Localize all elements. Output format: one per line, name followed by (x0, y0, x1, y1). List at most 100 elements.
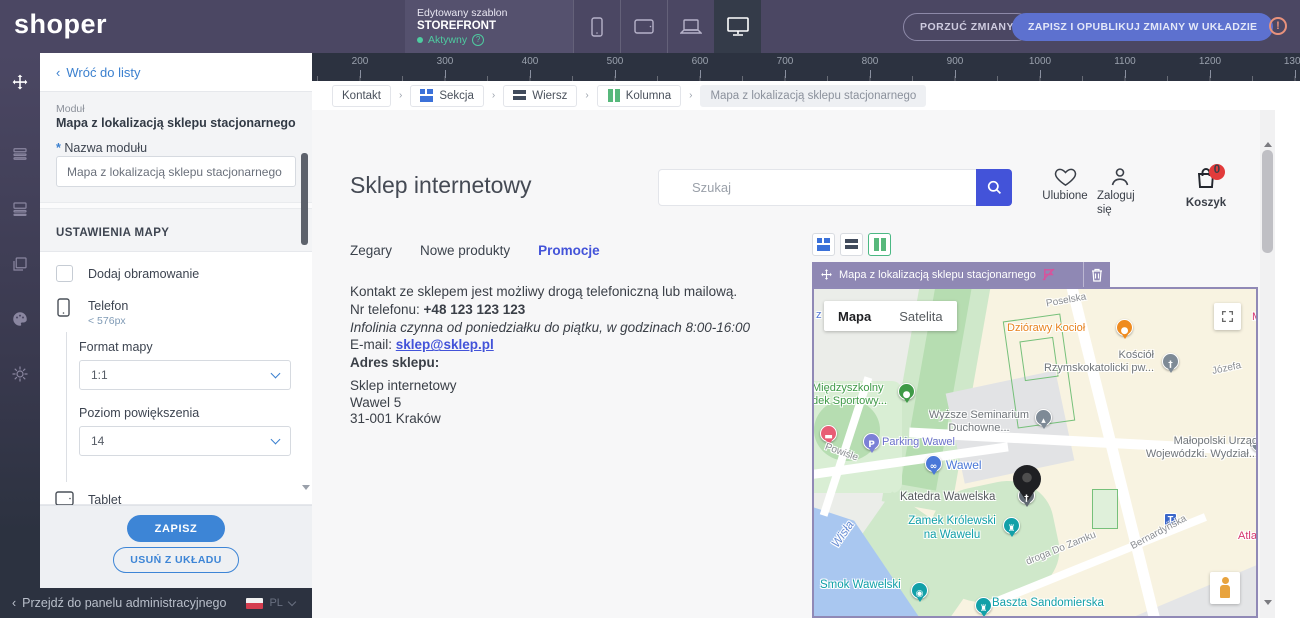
zoom-level-label: Poziom powiększenia (79, 406, 298, 420)
delete-module-button[interactable] (1083, 262, 1110, 287)
section-layout-button[interactable] (812, 233, 835, 256)
status-dot-icon (417, 37, 423, 43)
module-title: Mapa z lokalizacją sklepu stacjonarnego (56, 116, 300, 130)
ruler-mark: 700 (765, 56, 805, 67)
device-phone-button[interactable] (573, 0, 620, 53)
map-format-select[interactable]: 1:1 (79, 360, 291, 390)
map-label: Wawel (946, 458, 982, 472)
palette-tool-icon[interactable] (11, 310, 29, 328)
chevron-left-icon: ‹ (12, 596, 16, 610)
go-to-admin-link[interactable]: Przejdź do panelu administracyjnego (22, 596, 226, 610)
email-link[interactable]: sklep@sklep.pl (396, 337, 494, 352)
login-label: Zaloguj się (1097, 190, 1143, 218)
shop-tabs: Zegary Nowe produkty Promocje (350, 243, 600, 258)
desktop-icon (727, 17, 749, 36)
device-desktop-button[interactable] (714, 0, 761, 53)
row-layout-button[interactable] (840, 233, 863, 256)
satellite-view-button[interactable]: Satelita (885, 301, 956, 331)
module-name-label: * Nazwa modułu (56, 141, 147, 155)
alert-icon[interactable]: ! (1269, 17, 1287, 35)
scroll-up-icon[interactable] (1264, 138, 1272, 147)
scroll-down-icon[interactable] (1264, 600, 1272, 609)
favorites-button[interactable]: Ulubione (1040, 167, 1090, 204)
preview-scrollbar-thumb[interactable] (1262, 150, 1273, 253)
phone-section-label: Telefon (88, 299, 128, 313)
fullscreen-button[interactable] (1214, 303, 1241, 330)
breadcrumb-current-module: Mapa z lokalizacją sklepu stacjonarnego (700, 85, 926, 107)
ruler-mark: 1100 (1105, 56, 1145, 67)
breadcrumb-section[interactable]: Sekcja (410, 85, 484, 107)
top-bar: shoper Edytowany szablon STOREFRONT Akty… (0, 0, 1300, 53)
chevron-right-icon: › (399, 90, 402, 101)
bike-pin-icon[interactable]: ∞ (925, 455, 942, 472)
favorites-label: Ulubione (1042, 190, 1087, 204)
module-drag-handle[interactable]: Mapa z lokalizacją sklepu stacjonarnego (812, 262, 1083, 287)
chevron-right-icon: › (585, 90, 588, 101)
map-label: Wyższe Seminarium Duchowne... (926, 409, 1032, 435)
search-button[interactable] (976, 169, 1012, 206)
breadcrumb-column[interactable]: Kolumna (597, 85, 681, 107)
parking-pin-icon[interactable]: P (863, 433, 880, 450)
shoper-logo: shoper (14, 9, 107, 40)
store-location-marker[interactable] (1013, 465, 1041, 493)
church-pin-icon[interactable]: † (1162, 353, 1179, 370)
add-border-label: Dodaj obramowanie (88, 267, 199, 281)
map-label: Małopolski Urząd Wojewódzki. Wydział... (1104, 435, 1258, 461)
map-label: Baszta Sandomierska (992, 597, 1104, 611)
layers-tool-icon[interactable] (11, 255, 29, 273)
column-layout-button[interactable] (868, 233, 891, 256)
tab-zegary[interactable]: Zegary (350, 243, 392, 258)
search-input[interactable] (659, 170, 976, 205)
flag-visibility-icon (1042, 268, 1055, 281)
template-kicker: Edytowany szablon (417, 7, 561, 19)
breadcrumb-page[interactable]: Kontakt (332, 85, 391, 107)
cart-icon-wrap: 0 (1195, 167, 1217, 194)
module-name-input[interactable] (56, 156, 296, 187)
back-to-list-link[interactable]: ‹ Wróć do listy (40, 53, 312, 92)
tab-nowe-produkty[interactable]: Nowe produkty (420, 243, 510, 258)
settings-tool-icon[interactable] (11, 365, 29, 383)
required-asterisk: * (56, 141, 61, 155)
map-view-button[interactable]: Mapa (824, 301, 885, 331)
castle-pin-icon[interactable]: ♜ (1003, 517, 1020, 534)
google-map[interactable]: ● † ● ▴ ▬ P ∞ ● † ♜ ◉ ♜ T Poselska Dziór… (812, 287, 1258, 618)
trash-icon (1091, 268, 1103, 282)
remove-from-layout-button[interactable]: USUŃ Z UKŁADU (113, 547, 239, 573)
save-publish-button[interactable]: ZAPISZ I OPUBLIKUJ ZMIANY W UKŁADZIE (1012, 13, 1273, 41)
map-label: Międzyszkolny dek Sportowy... (812, 382, 887, 408)
panel-scrollbar-thumb[interactable] (301, 153, 308, 245)
breadcrumb-row[interactable]: Wiersz (503, 85, 577, 107)
help-icon[interactable]: ? (472, 34, 484, 46)
park-pin-icon[interactable]: ● (898, 383, 915, 400)
rows-tool-icon[interactable] (11, 200, 29, 218)
save-button[interactable]: ZAPISZ (127, 515, 225, 542)
device-tablet-button[interactable] (620, 0, 667, 53)
device-laptop-button[interactable] (667, 0, 714, 53)
section-icon (817, 238, 830, 251)
ruler-mark: 500 (595, 56, 635, 67)
add-border-checkbox[interactable] (56, 265, 73, 282)
map-castle-outline (1092, 489, 1118, 529)
phone-icon (591, 17, 603, 37)
tab-promocje[interactable]: Promocje (538, 243, 600, 258)
cart-button[interactable]: 0 Koszyk (1180, 167, 1232, 211)
hotel-pin-icon[interactable]: ▬ (820, 425, 837, 442)
panel-scroll-down-icon[interactable] (302, 485, 310, 494)
zoom-level-select[interactable]: 14 (79, 426, 291, 456)
sections-tool-icon[interactable] (11, 145, 29, 163)
move-tool-icon[interactable] (11, 73, 29, 91)
device-preview-switcher (573, 0, 761, 53)
ruler-mark: 400 (510, 56, 550, 67)
language-code[interactable]: PL (269, 597, 282, 609)
seminary-pin-icon[interactable]: ▴ (1035, 409, 1052, 426)
chevron-down-icon[interactable] (288, 598, 296, 606)
pegman-button[interactable] (1210, 572, 1240, 604)
tower-pin-icon[interactable]: ♜ (975, 597, 992, 614)
restaurant-pin-icon[interactable]: ● (1116, 319, 1133, 336)
login-button[interactable]: Zaloguj się (1096, 167, 1144, 218)
shop-search (658, 169, 1012, 206)
section-icon (420, 89, 433, 102)
contact-text-block: Kontakt ze sklepem jest możliwy drogą te… (350, 283, 820, 427)
back-to-list-label: Wróć do listy (66, 65, 140, 80)
camera-pin-icon[interactable]: ◉ (911, 582, 928, 599)
